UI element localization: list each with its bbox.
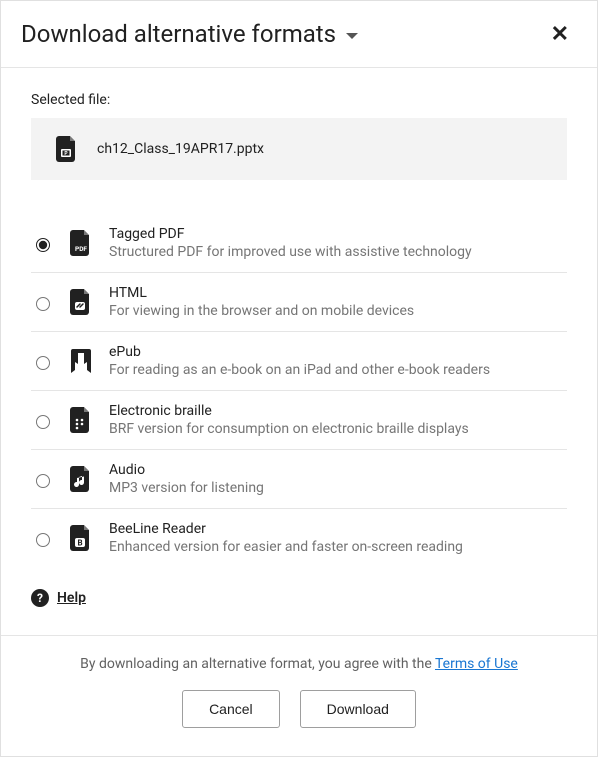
svg-text:B: B xyxy=(77,539,82,548)
option-title: Audio xyxy=(109,462,264,478)
agreement-text: By downloading an alternative format, yo… xyxy=(31,656,567,672)
html-file-icon xyxy=(69,289,93,315)
option-tagged-pdf[interactable]: PDF Tagged PDF Structured PDF for improv… xyxy=(31,214,567,273)
option-braille[interactable]: Electronic braille BRF version for consu… xyxy=(31,391,567,450)
radio-beeline[interactable] xyxy=(36,533,50,547)
audio-file-icon xyxy=(69,466,93,492)
help-link[interactable]: ? Help xyxy=(31,589,567,607)
title-dropdown[interactable]: Download alternative formats xyxy=(21,20,358,48)
option-desc: Enhanced version for easier and faster o… xyxy=(109,539,463,555)
help-icon: ? xyxy=(31,589,49,607)
radio-tagged-pdf[interactable] xyxy=(36,238,50,252)
option-title: Electronic braille xyxy=(109,403,469,419)
selected-file-box: P ch12_Class_19APR17.pptx xyxy=(31,118,567,180)
terms-of-use-link[interactable]: Terms of Use xyxy=(435,656,518,672)
option-desc: For viewing in the browser and on mobile… xyxy=(109,303,414,319)
option-title: Tagged PDF xyxy=(109,226,472,242)
dialog-title: Download alternative formats xyxy=(21,20,336,48)
radio-audio[interactable] xyxy=(36,474,50,488)
option-title: BeeLine Reader xyxy=(109,521,463,537)
help-label: Help xyxy=(57,590,86,606)
radio-braille[interactable] xyxy=(36,415,50,429)
svg-text:PDF: PDF xyxy=(75,245,87,253)
dialog-header: Download alternative formats ✕ xyxy=(1,1,597,68)
option-html[interactable]: HTML For viewing in the browser and on m… xyxy=(31,273,567,332)
option-title: HTML xyxy=(109,285,414,301)
option-desc: Structured PDF for improved use with ass… xyxy=(109,244,472,260)
selected-file-name: ch12_Class_19APR17.pptx xyxy=(97,141,264,157)
chevron-down-icon xyxy=(346,33,358,39)
dialog-footer: By downloading an alternative format, yo… xyxy=(1,635,597,756)
option-desc: MP3 version for listening xyxy=(109,480,264,496)
dialog-body: Selected file: P ch12_Class_19APR17.pptx… xyxy=(1,68,597,635)
download-formats-dialog: Download alternative formats ✕ Selected … xyxy=(0,0,598,757)
format-options-list: PDF Tagged PDF Structured PDF for improv… xyxy=(31,214,567,567)
powerpoint-file-icon: P xyxy=(55,136,79,162)
option-epub[interactable]: ePub For reading as an e-book on an iPad… xyxy=(31,332,567,391)
option-desc: For reading as an e-book on an iPad and … xyxy=(109,362,490,378)
radio-epub[interactable] xyxy=(36,356,50,370)
option-desc: BRF version for consumption on electroni… xyxy=(109,421,469,437)
svg-text:?: ? xyxy=(37,591,43,605)
option-beeline[interactable]: B BeeLine Reader Enhanced version for ea… xyxy=(31,509,567,567)
selected-file-label: Selected file: xyxy=(31,92,567,108)
download-button[interactable]: Download xyxy=(300,690,416,728)
beeline-file-icon: B xyxy=(69,525,93,551)
epub-file-icon xyxy=(69,349,93,373)
pdf-file-icon: PDF xyxy=(69,230,93,256)
radio-html[interactable] xyxy=(36,297,50,311)
close-button[interactable]: ✕ xyxy=(547,19,573,49)
cancel-button[interactable]: Cancel xyxy=(182,690,280,728)
braille-file-icon xyxy=(69,407,93,433)
option-title: ePub xyxy=(109,344,490,360)
option-audio[interactable]: Audio MP3 version for listening xyxy=(31,450,567,509)
close-icon: ✕ xyxy=(551,21,569,46)
